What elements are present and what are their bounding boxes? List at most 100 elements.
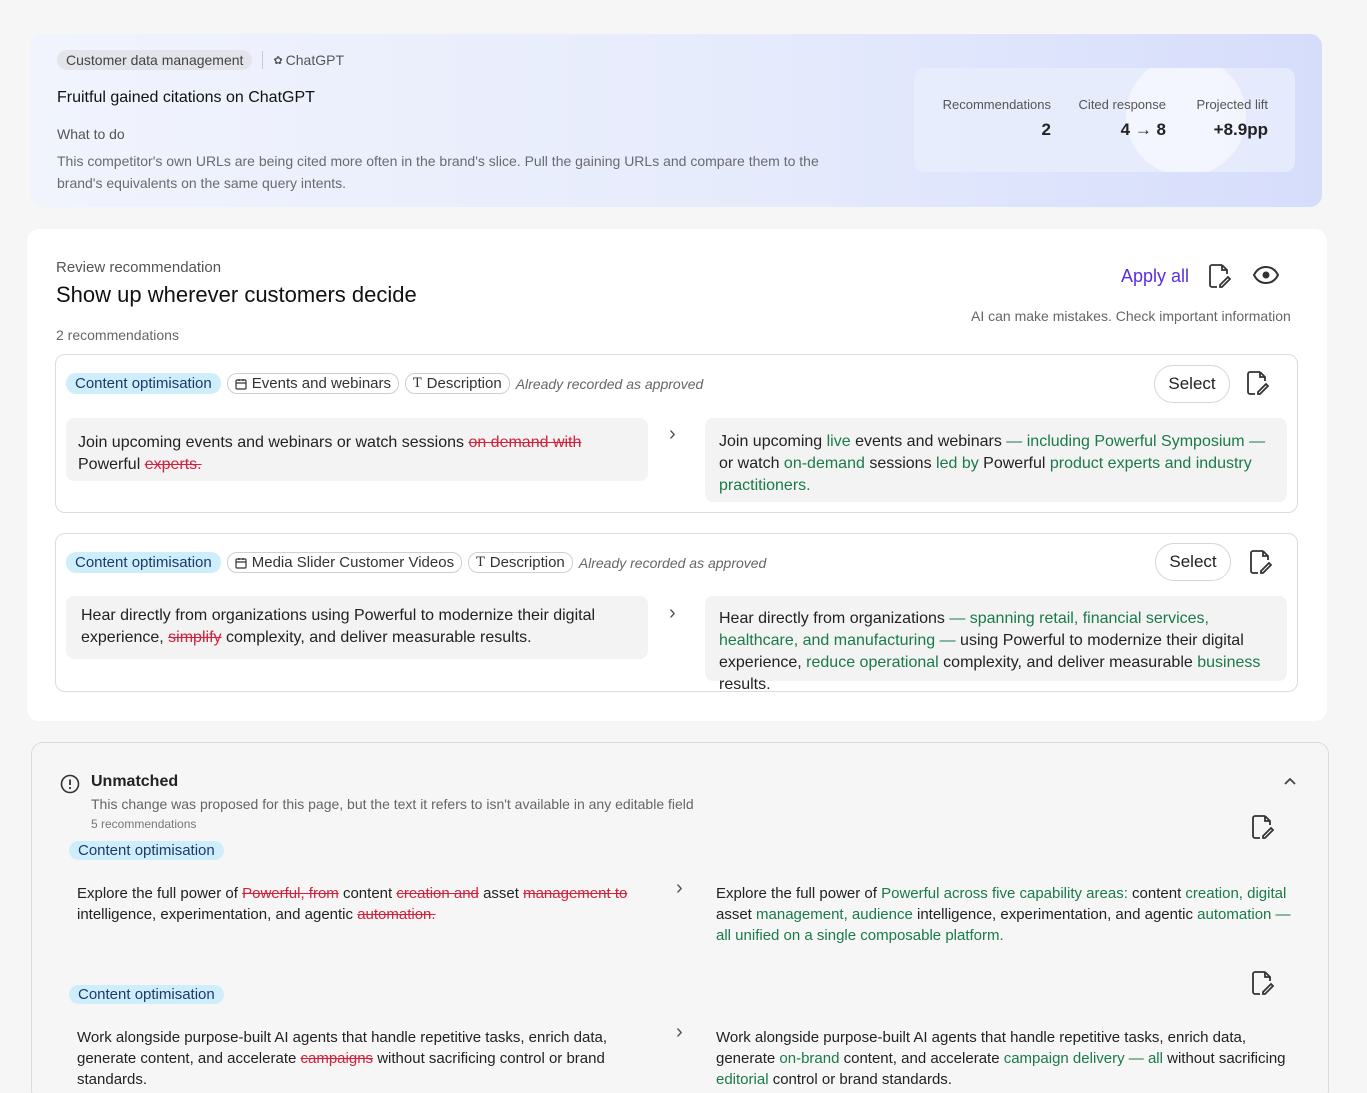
unchanged-text: asset — [478, 885, 524, 902]
section-tag: Events and webinars — [226, 373, 399, 394]
stat-recommendations: Recommendations 2 — [940, 97, 1051, 140]
deleted-text: automation. — [357, 906, 436, 923]
tag-row: Content optimisation Events and webinars… — [66, 373, 703, 394]
ai-disclaimer: AI can make mistakes. Check important in… — [971, 308, 1291, 324]
stat-label: Projected lift — [1196, 97, 1268, 112]
chevron-right-icon: › — [669, 423, 676, 445]
what-to-do-description: This competitor's own URLs are being cit… — [57, 153, 819, 191]
unchanged-text: Explore the full power of — [716, 885, 882, 902]
unmatched-section: Unmatched This change was proposed for t… — [31, 742, 1329, 1093]
category-chip: Customer data management — [57, 50, 253, 70]
revised-text-box: Hear directly from organizations — spann… — [705, 596, 1287, 693]
edit-document-icon[interactable] — [1207, 263, 1231, 289]
insight-title: Fruitful gained citations on ChatGPT — [57, 89, 315, 106]
deleted-text: Powerful, from — [242, 885, 339, 902]
chatgpt-icon: ✿ — [273, 54, 283, 67]
stat-label: Recommendations — [942, 97, 1051, 112]
added-text: on-brand — [779, 1050, 840, 1067]
section-label: Media Slider Customer Videos — [251, 554, 455, 571]
deleted-text: campaigns — [300, 1050, 374, 1067]
review-kicker: Review recommendation — [56, 259, 222, 276]
source-label: ChatGPT — [285, 52, 345, 68]
review-card: Review recommendation Show up wherever c… — [27, 229, 1327, 721]
unchanged-text: sessions — [864, 455, 937, 472]
field-label: Description — [426, 375, 502, 392]
recommendation-card: Content optimisation Events and webinars… — [55, 354, 1298, 513]
apply-all-button[interactable]: Apply all — [1121, 266, 1189, 287]
unchanged-text: content, and accelerate — [839, 1050, 1004, 1067]
approval-status: Already recorded as approved — [515, 375, 704, 392]
added-text: Powerful across five capability areas: — [881, 885, 1128, 902]
added-text: — including Powerful Symposium — — [1006, 433, 1266, 450]
edit-document-icon[interactable] — [1250, 970, 1274, 996]
insight-hero: Customer data management ✿ ChatGPT Fruit… — [30, 34, 1322, 207]
unchanged-text: Powerful — [78, 456, 145, 473]
original-text: Explore the full power of Powerful, from… — [77, 883, 652, 925]
type-tag: Content optimisation — [66, 373, 221, 394]
chip-divider — [262, 51, 264, 69]
unchanged-text: asset — [716, 906, 757, 923]
review-title: Show up wherever customers decide — [56, 282, 417, 307]
stat-cited-response: Cited response 4 → 8 — [1076, 97, 1166, 140]
calendar-icon — [235, 378, 247, 390]
section-label: Events and webinars — [251, 375, 391, 392]
field-tag: T Description — [405, 373, 510, 394]
added-text: live — [826, 433, 851, 450]
recommendation-count: 2 recommendations — [56, 327, 179, 343]
unchanged-text: or watch — [719, 455, 784, 472]
revised-text-box: Join upcoming live events and webinars —… — [705, 418, 1287, 502]
edit-document-icon[interactable] — [1248, 549, 1272, 575]
chevron-up-icon[interactable] — [1282, 775, 1298, 787]
unchanged-text: Join upcoming — [719, 433, 827, 450]
tag-row: Content optimisation Media Slider Custom… — [66, 552, 766, 573]
stats-panel: Recommendations 2 Cited response 4 → 8 P… — [914, 68, 1295, 172]
text-field-icon: T — [476, 555, 485, 570]
original-text: Work alongside purpose-built AI agents t… — [77, 1027, 652, 1090]
unchanged-text: intelligence, experimentation, and agent… — [912, 906, 1198, 923]
unchanged-text: intelligence, experimentation, and agent… — [77, 906, 358, 923]
stat-value: 4 → 8 — [1120, 120, 1166, 139]
chevron-right-icon: › — [669, 602, 676, 624]
stat-value: 2 — [1041, 120, 1051, 139]
type-tag: Content optimisation — [69, 985, 224, 1004]
deleted-text: on demand with — [468, 434, 582, 451]
unchanged-text: complexity, and deliver measurable resul… — [221, 629, 532, 646]
unchanged-text: complexity, and deliver measurable — [938, 654, 1198, 671]
unmatched-title: Unmatched — [91, 773, 179, 790]
edit-document-icon[interactable] — [1250, 814, 1274, 840]
stat-label: Cited response — [1078, 97, 1166, 112]
unchanged-text: without sacrificing — [1162, 1050, 1286, 1067]
what-to-do-label: What to do — [57, 126, 125, 142]
source-chip: ✿ ChatGPT — [273, 52, 344, 68]
unchanged-text: Join upcoming events and webinars or wat… — [78, 434, 469, 451]
deleted-text: simplify — [168, 629, 222, 646]
deleted-text: experts. — [144, 456, 202, 473]
added-text: reduce operational — [806, 654, 939, 671]
added-text: on-demand — [783, 455, 865, 472]
preview-eye-icon[interactable] — [1253, 265, 1279, 285]
edit-document-icon[interactable] — [1245, 370, 1269, 396]
added-text: editorial — [716, 1071, 769, 1088]
field-label: Description — [489, 554, 565, 571]
unchanged-text: Explore the full power of — [77, 885, 243, 902]
unchanged-text: control or brand standards. — [768, 1071, 952, 1088]
stat-value: +8.9pp — [1213, 120, 1268, 139]
calendar-icon — [235, 557, 247, 569]
deleted-text: management to — [523, 885, 628, 902]
unmatched-count: 5 recommendations — [91, 817, 197, 831]
unmatched-description: This change was proposed for this page, … — [91, 796, 694, 812]
added-text: creation, digital — [1185, 885, 1287, 902]
deleted-text: creation and — [396, 885, 479, 902]
section-tag: Media Slider Customer Videos — [226, 552, 463, 573]
unchanged-text: content — [1127, 885, 1186, 902]
hero-chips: Customer data management ✿ ChatGPT — [57, 50, 344, 70]
unchanged-text: results. — [719, 676, 771, 693]
select-button[interactable]: Select — [1155, 543, 1231, 581]
revised-text: Explore the full power of Powerful acros… — [716, 883, 1291, 946]
added-text: campaign delivery — all — [1003, 1050, 1163, 1067]
select-button[interactable]: Select — [1154, 365, 1230, 403]
chevron-right-icon: › — [676, 877, 683, 899]
original-text-box: Hear directly from organizations using P… — [66, 596, 648, 659]
type-tag: Content optimisation — [69, 841, 224, 860]
added-text: led by — [936, 455, 979, 472]
